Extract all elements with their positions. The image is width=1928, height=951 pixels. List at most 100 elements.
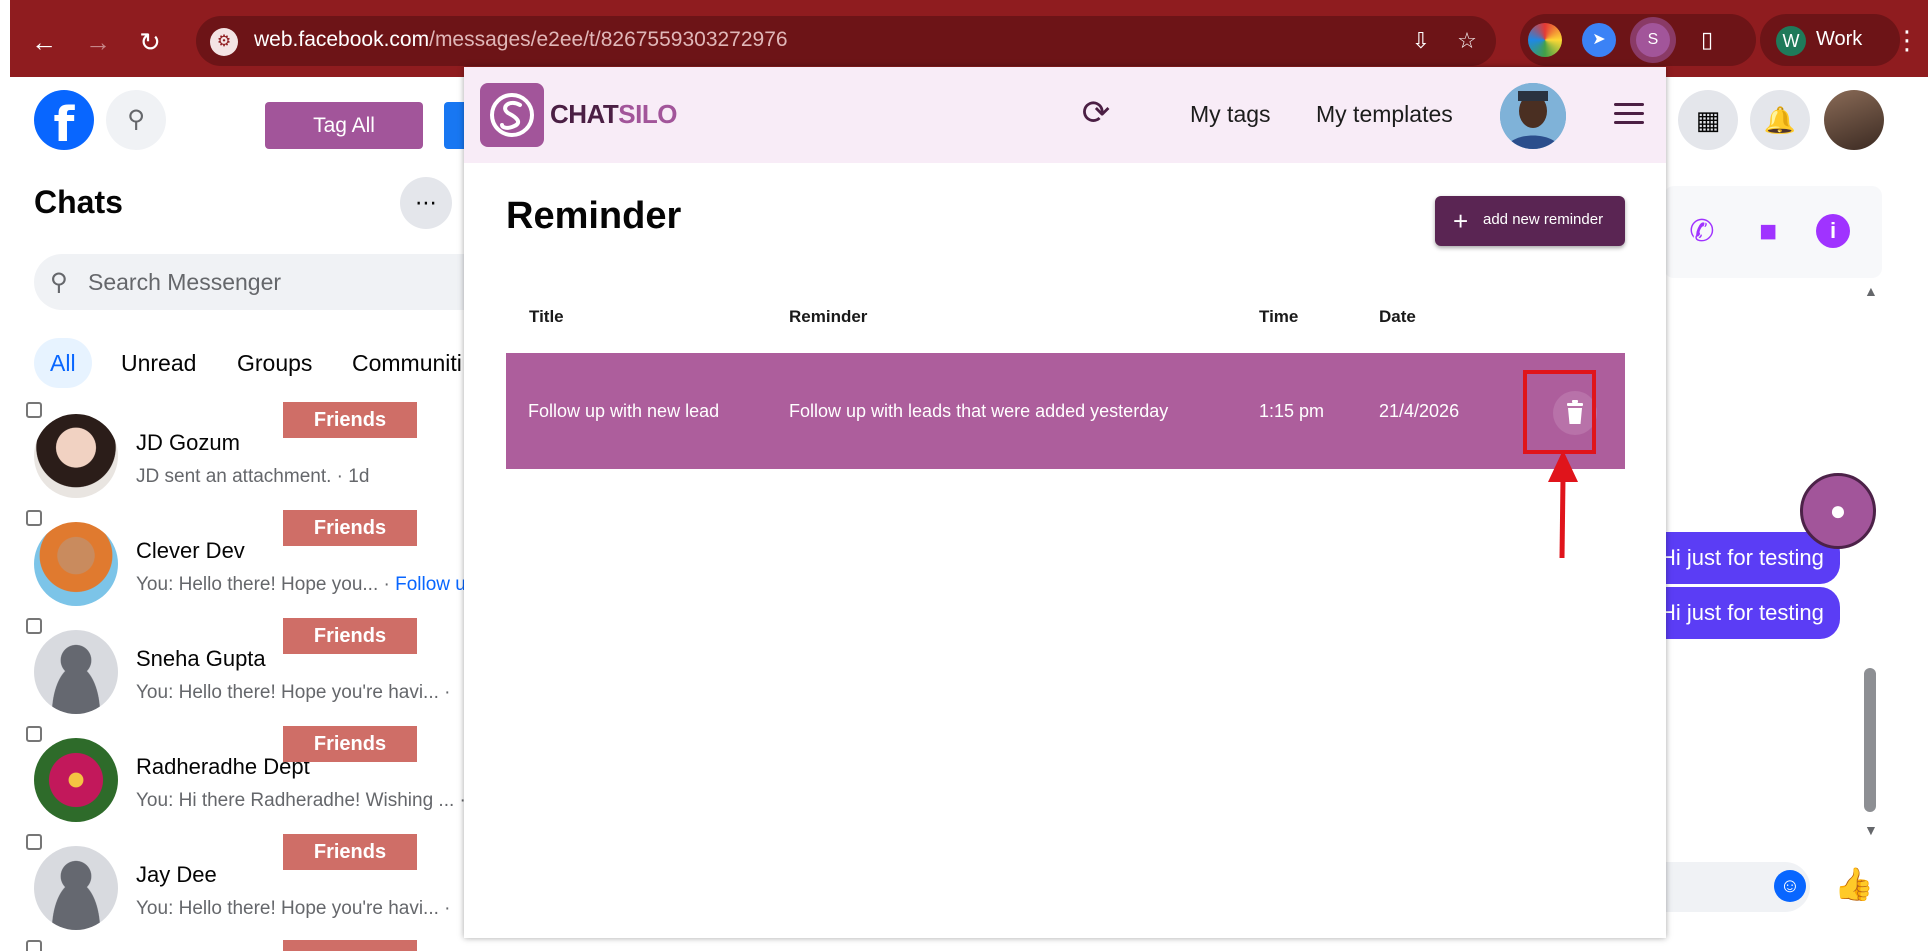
extensions-group: ➤ S ▯	[1520, 14, 1756, 66]
profile-label: Work	[1816, 28, 1863, 50]
back-arrow-icon[interactable]: ←	[24, 22, 64, 62]
select-checkbox[interactable]	[26, 726, 42, 742]
friends-badge[interactable]: Friends	[283, 726, 417, 762]
reload-icon[interactable]: ↻	[130, 22, 170, 62]
chat-list-item[interactable]: Clever Dev You: Hello there! Hope you...…	[0, 510, 470, 618]
site-info-icon[interactable]: ⚙	[210, 28, 238, 56]
browser-toolbar: ← → ↻ ⚙ web.facebook.com/messages/e2ee/t…	[10, 0, 1928, 77]
highlight-box	[1523, 370, 1596, 454]
avatar	[34, 522, 118, 606]
chat-list-item[interactable]: Radheradhe Dept You: Hi there Radheradhe…	[0, 726, 470, 834]
page: { "browser": { "url_host": "web.facebook…	[0, 0, 1928, 951]
install-icon[interactable]: ⇩	[1406, 26, 1436, 56]
friends-badge[interactable]: Friends	[283, 510, 417, 546]
chat-list-item[interactable]	[0, 940, 470, 951]
chat-list-item[interactable]: Sneha Gupta You: Hello there! Hope you'r…	[0, 618, 470, 726]
my-tags-link[interactable]: My tags	[1190, 101, 1271, 128]
friends-badge[interactable]: Friends	[283, 618, 417, 654]
page-title: Reminder	[506, 195, 682, 237]
avatar	[34, 738, 118, 822]
avatar	[34, 414, 118, 498]
search-messenger-field[interactable]: ⚲ Search Messenger	[34, 254, 504, 310]
reminder-time: 1:15 pm	[1259, 401, 1325, 421]
account-avatar[interactable]	[1824, 90, 1884, 150]
table-row[interactable]: Follow up with new lead Follow up with l…	[506, 353, 1625, 469]
select-checkbox[interactable]	[26, 618, 42, 634]
chat-preview: You: Hello there! Hope you're havi... ·	[136, 682, 451, 703]
column-header-title: Title	[529, 307, 564, 326]
chat-name: Sneha Gupta	[136, 646, 266, 671]
message-bubble: Hi just for testing	[1640, 587, 1840, 639]
chat-name: Clever Dev	[136, 538, 245, 563]
browser-menu-icon[interactable]: ⋮	[1892, 20, 1922, 60]
friends-badge[interactable]: Friends	[283, 834, 417, 870]
profile-avatar: W	[1776, 26, 1806, 56]
follow-up-link[interactable]: Follow u	[395, 574, 466, 595]
tab-groups[interactable]: Groups	[237, 338, 312, 388]
chat-preview: You: Hello there! Hope you... · Follow u	[136, 574, 466, 595]
avatar	[34, 630, 118, 714]
compass-extension-icon[interactable]: ➤	[1582, 23, 1616, 57]
tag-all-button[interactable]: Tag All	[265, 102, 423, 149]
chats-title: Chats	[34, 184, 123, 220]
address-bar[interactable]: ⚙ web.facebook.com/messages/e2ee/t/82675…	[196, 16, 1496, 66]
chat-name: JD Gozum	[136, 430, 240, 455]
notifications-bell-icon[interactable]: 🔔	[1750, 90, 1810, 150]
friends-badge[interactable]: Friends	[283, 402, 417, 438]
extension-puzzle-icon[interactable]: ▯	[1690, 23, 1724, 57]
chat-list-item[interactable]: JD Gozum JD sent an attachment. · 1d Fri…	[0, 402, 470, 510]
annotation-arrow-icon	[1548, 450, 1578, 559]
message-bubble: Hi just for testing	[1640, 532, 1840, 584]
chatsilo-panel: CHATSILO ⟳ My tags My templates Reminder…	[464, 67, 1666, 938]
more-options-icon[interactable]: ⋯	[400, 177, 452, 229]
select-checkbox[interactable]	[26, 834, 42, 850]
add-reminder-button[interactable]: + add new reminder	[1435, 196, 1625, 246]
video-icon[interactable]: ■	[1750, 214, 1786, 250]
my-templates-link[interactable]: My templates	[1316, 101, 1453, 128]
info-icon[interactable]: i	[1816, 214, 1850, 248]
add-reminder-label: add new reminder	[1483, 211, 1604, 228]
color-extension-icon[interactable]	[1528, 23, 1562, 57]
avatar	[34, 846, 118, 930]
tab-all[interactable]: All	[34, 338, 92, 388]
reminder-text: Follow up with leads that were added yes…	[789, 401, 1169, 421]
column-header-time: Time	[1259, 307, 1299, 326]
chatsilo-header: CHATSILO ⟳ My tags My templates	[464, 67, 1666, 163]
select-checkbox[interactable]	[26, 940, 42, 951]
scroll-up-arrow-icon[interactable]: ▲	[1864, 283, 1878, 299]
friends-badge[interactable]	[283, 940, 417, 951]
scrollbar-thumb[interactable]	[1864, 668, 1876, 812]
user-avatar[interactable]	[1500, 83, 1566, 149]
chat-name: Jay Dee	[136, 862, 217, 887]
star-icon[interactable]: ☆	[1452, 26, 1482, 56]
chat-preview: You: Hi there Radheradhe! Wishing ... ·	[136, 790, 466, 811]
search-placeholder: Search Messenger	[88, 269, 282, 295]
profile-button[interactable]: W Work	[1760, 14, 1900, 66]
refresh-icon[interactable]: ⟳	[1078, 95, 1114, 131]
chatsilo-floating-button[interactable]: ●	[1800, 473, 1876, 549]
chatsilo-logo-icon	[480, 83, 544, 147]
chat-preview: You: Hello there! Hope you're havi... ·	[136, 898, 451, 919]
tab-communities[interactable]: Communiti	[352, 338, 462, 388]
column-header-reminder: Reminder	[789, 307, 868, 326]
url-text: web.facebook.com/messages/e2ee/t/8267559…	[254, 28, 788, 51]
reminder-date: 21/4/2026	[1379, 401, 1460, 421]
select-checkbox[interactable]	[26, 510, 42, 526]
scroll-down-arrow-icon[interactable]: ▼	[1864, 822, 1878, 838]
plus-icon: +	[1453, 206, 1469, 236]
forward-arrow-icon[interactable]: →	[78, 22, 118, 62]
chatsilo-brand: CHATSILO	[550, 99, 677, 129]
chat-list-item[interactable]: Jay Dee You: Hello there! Hope you're ha…	[0, 834, 470, 942]
hamburger-icon[interactable]	[1614, 103, 1644, 125]
search-icon[interactable]: ⚲	[106, 90, 166, 150]
chat-preview: JD sent an attachment. · 1d	[136, 466, 370, 487]
facebook-logo-icon[interactable]: f	[34, 90, 94, 153]
emoji-icon[interactable]: ☺	[1774, 870, 1806, 902]
select-checkbox[interactable]	[26, 402, 42, 418]
phone-icon[interactable]: ✆	[1684, 214, 1720, 250]
chatsilo-extension-icon[interactable]: S	[1636, 23, 1670, 57]
tab-unread[interactable]: Unread	[121, 338, 196, 388]
like-icon[interactable]: 👍	[1834, 864, 1874, 904]
reminder-title: Follow up with new lead	[528, 401, 720, 421]
menu-grid-icon[interactable]: ▦	[1678, 90, 1738, 150]
